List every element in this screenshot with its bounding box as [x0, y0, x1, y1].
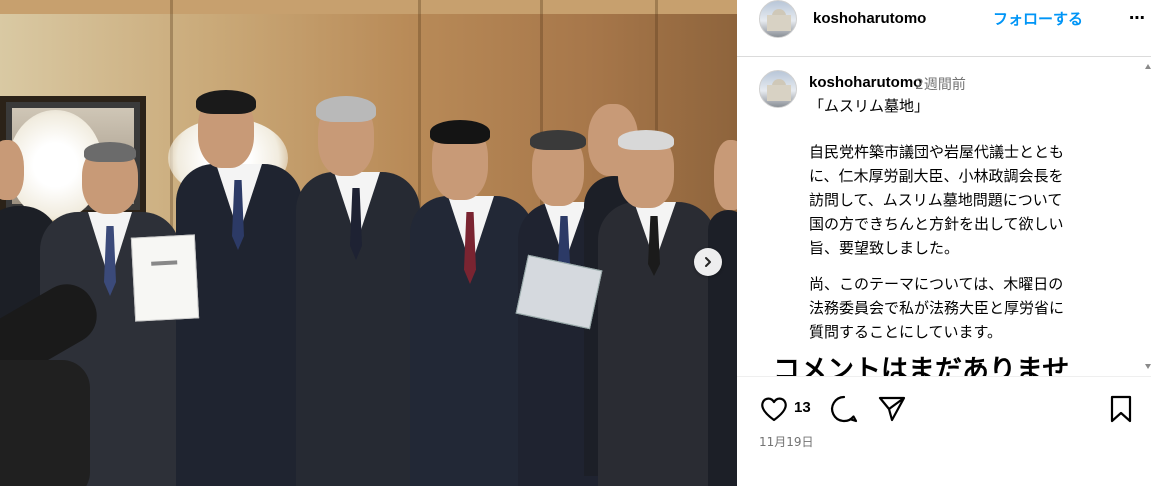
post-header: koshoharutomo フォローする ⋯ — [737, 0, 1151, 57]
no-comments-heading: コメントはまだありませ — [773, 355, 1070, 376]
follow-button[interactable]: フォローする — [993, 8, 1083, 29]
caption-paragraph-2: 尚、このテーマについては、木曜日の 法務委員会で私が法務大臣と厚労省に 質問する… — [809, 272, 1064, 344]
caption-scrollbar[interactable] — [1145, 58, 1151, 376]
chevron-right-icon — [705, 257, 711, 267]
like-button[interactable] — [759, 395, 789, 427]
caption-line: に、仁木厚労副大臣、小林政調会長を — [809, 167, 1064, 185]
comment-button[interactable] — [829, 394, 859, 428]
caption-line: 法務委員会で私が法務大臣と厚労省に — [809, 299, 1065, 317]
caption-timestamp[interactable]: 2週間前 — [915, 74, 966, 94]
petition-document — [130, 234, 200, 322]
share-button[interactable] — [877, 395, 907, 427]
wall-trim — [0, 0, 737, 14]
post-side-panel: koshoharutomo フォローする ⋯ koshoharutomo 2週間… — [737, 0, 1151, 486]
save-button[interactable] — [1109, 395, 1133, 427]
post-actions: 13 11月19日 — [737, 376, 1151, 486]
caption-author-avatar[interactable] — [759, 70, 797, 108]
heart-icon — [761, 397, 787, 422]
caption-line: 自民党杵築市議団や岩屋代議士ととも — [809, 143, 1065, 161]
camera-equipment — [0, 360, 90, 486]
caption-line: 尚、このテーマについては、木曜日の — [809, 275, 1064, 293]
caption-line: 質問することにしています。 — [809, 323, 1003, 341]
carousel-next-button[interactable] — [694, 248, 722, 276]
more-options-icon[interactable]: ⋯ — [1129, 8, 1146, 27]
scroll-up-arrow[interactable] — [1145, 64, 1151, 69]
caption-area: koshoharutomo 2週間前 「ムスリム墓地」 自民党杵築市議団や岩屋代… — [737, 58, 1151, 376]
paper-plane-icon — [878, 396, 906, 422]
caption-line: 国の方できちんと方針を出して欲しい — [809, 215, 1064, 233]
comment-bubble-icon — [831, 395, 858, 423]
caption-paragraph-1: 自民党杵築市議団や岩屋代議士ととも に、仁木厚労副大臣、小林政調会長を 訪問して… — [809, 140, 1064, 260]
caption-line: 訪問して、ムスリム墓地問題について — [809, 191, 1063, 209]
post-date[interactable]: 11月19日 — [759, 433, 814, 450]
caption-line: 旨、要望致しました。 — [809, 239, 960, 257]
caption-username[interactable]: koshoharutomo — [809, 74, 922, 91]
author-username[interactable]: koshoharutomo — [813, 10, 926, 27]
caption-title: 「ムスリム墓地」 — [809, 97, 930, 115]
author-avatar[interactable] — [759, 0, 797, 38]
like-count[interactable]: 13 — [794, 399, 811, 416]
post-photo[interactable] — [0, 0, 737, 486]
scroll-down-arrow[interactable] — [1145, 364, 1151, 369]
bookmark-icon — [1110, 395, 1132, 423]
